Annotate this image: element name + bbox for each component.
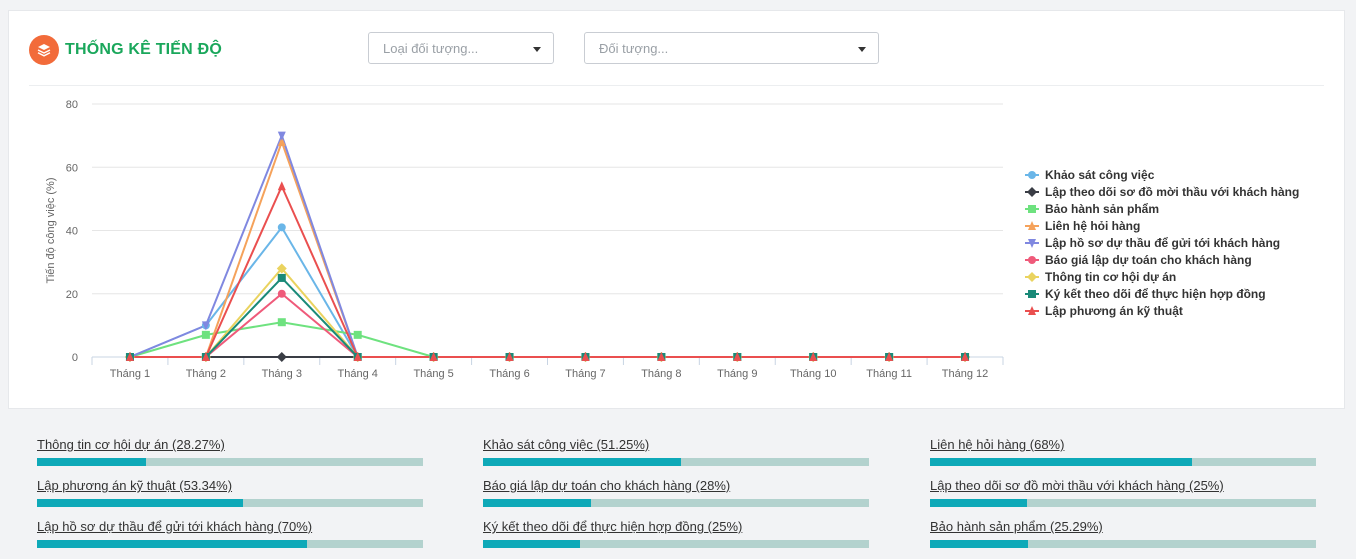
progress-track [483,458,869,466]
y-tick-label: 40 [66,226,78,238]
data-point [276,352,287,362]
progress-track [483,540,869,548]
data-point [277,131,286,141]
progress-item: Ký kết theo dõi để thực hiện hợp đồng (2… [483,519,869,548]
progress-item: Liên hệ hỏi hàng (68%) [930,437,1316,466]
x-tick-label: Tháng 1 [110,368,150,380]
progress-label[interactable]: Ký kết theo dõi để thực hiện hợp đồng (2… [483,519,869,535]
x-tick-label: Tháng 2 [186,368,226,380]
legend-label: Bảo hành sản phẩm [1045,202,1159,216]
progress-fill [37,458,147,466]
series-line [129,276,966,358]
x-tick-label: Tháng 3 [262,368,302,380]
progress-fill [930,540,1028,548]
data-point [201,330,210,339]
progress-item: Bảo hành sản phẩm (25.29%) [930,519,1316,548]
progress-item: Khảo sát công việc (51.25%) [483,437,869,466]
progress-fill [483,540,580,548]
legend-label: Liên hệ hỏi hàng [1045,219,1140,233]
progress-label[interactable]: Báo giá lập dự toán cho khách hàng (28%) [483,478,869,494]
progress-line-chart: 0 20 40 60 80 Tháng 1 Tháng 2 Tháng 3 Tháng 4 Thá… [45,99,1299,380]
y-tick-label: 80 [66,99,78,111]
legend-label: Lập hồ sơ dự thầu để gửi tới khách hàng [1045,236,1280,250]
progress-track [930,499,1316,507]
x-tick-label: Tháng 11 [866,368,912,380]
legend-marker [1028,290,1036,298]
legend-marker [1027,272,1037,282]
progress-fill [37,540,308,548]
x-tick-label: Tháng 6 [489,368,529,380]
progress-label[interactable]: Thông tin cơ hội dự án (28.27%) [37,437,423,453]
legend-label: Lập phương án kỹ thuật [1045,304,1183,318]
y-tick-label: 0 [72,352,78,364]
legend-marker [1028,205,1036,213]
data-point [277,181,286,191]
legend-marker [1028,171,1036,179]
progress-track [930,458,1316,466]
progress-label[interactable]: Khảo sát công việc (51.25%) [483,437,869,453]
legend-label: Ký kết theo dõi để thực hiện hợp đồng [1045,287,1266,301]
legend-marker [1027,187,1037,197]
progress-item: Thông tin cơ hội dự án (28.27%) [37,437,423,466]
progress-label[interactable]: Bảo hành sản phẩm (25.29%) [930,519,1316,535]
data-point [277,223,286,232]
x-tick-label: Tháng 12 [942,368,988,380]
legend-label: Báo giá lập dự toán cho khách hàng [1045,253,1252,267]
y-tick-label: 20 [66,289,78,301]
progress-item: Lập hồ sơ dự thầu để gửi tới khách hàng … [37,519,423,548]
x-tick-label: Tháng 10 [790,368,836,380]
x-tick-label: Tháng 5 [413,368,453,380]
legend-label: Thông tin cơ hội dự án [1045,270,1176,284]
x-tick-label: Tháng 8 [641,368,681,380]
data-point [277,273,286,282]
x-tick-label: Tháng 7 [565,368,605,380]
progress-item: Báo giá lập dự toán cho khách hàng (28%) [483,478,869,507]
progress-fill [37,499,243,507]
progress-item: Lập phương án kỹ thuật (53.34%) [37,478,423,507]
progress-track [37,540,423,548]
progress-track [930,540,1316,548]
progress-label[interactable]: Lập theo dõi sơ đồ mời thầu với khách hà… [930,478,1316,494]
progress-label[interactable]: Liên hệ hỏi hàng (68%) [930,437,1316,453]
progress-label[interactable]: Lập phương án kỹ thuật (53.34%) [37,478,423,494]
progress-fill [483,458,681,466]
data-point [353,330,362,339]
x-tick-label: Tháng 9 [717,368,757,380]
legend-marker [1028,256,1036,264]
data-point [277,318,286,327]
series-line [129,292,966,358]
legend-label: Khảo sát công việc [1045,168,1155,182]
y-tick-label: 60 [66,162,78,174]
progress-fill [483,499,592,507]
series-line [129,321,966,358]
progress-fill [930,499,1027,507]
legend-label: Lập theo dõi sơ đồ mời thầu với khách hà… [1045,185,1299,199]
progress-item: Lập theo dõi sơ đồ mời thầu với khách hà… [930,478,1316,507]
series-line [129,267,966,358]
progress-track [37,499,423,507]
data-point [277,289,286,298]
series-line [129,185,966,358]
progress-track [37,458,423,466]
progress-track [483,499,869,507]
x-tick-label: Tháng 4 [338,368,378,380]
progress-fill [930,458,1193,466]
series-line [129,140,966,358]
progress-label[interactable]: Lập hồ sơ dự thầu để gửi tới khách hàng … [37,519,423,535]
y-axis-label: Tiến độ công việc (%) [45,178,57,284]
